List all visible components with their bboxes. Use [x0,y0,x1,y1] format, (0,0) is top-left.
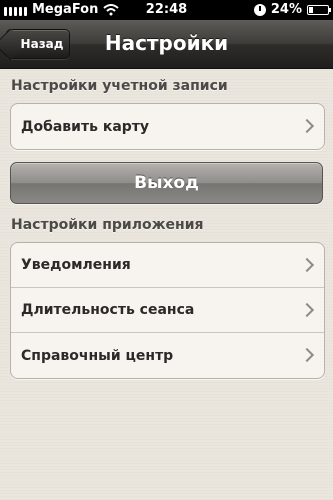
chevron-right-icon [299,118,315,134]
account-settings-group: Добавить карту [10,103,325,150]
status-right: 24% [253,2,331,17]
battery-level [309,6,313,13]
add-card-label: Добавить карту [21,118,150,135]
navigation-bar: Назад Настройки [0,20,333,69]
chevron-right-icon [299,347,315,363]
status-bar: MegaFon 22:48 24% [0,0,333,20]
account-section-header: Настройки учетной записи [11,78,228,94]
help-center-label: Справочный центр [21,347,174,364]
notifications-row[interactable]: Уведомления [11,243,324,288]
back-button-label: Назад [20,37,64,51]
battery-icon [307,4,331,15]
app-settings-group: Уведомления Длительность сеанса Справочн… [10,242,325,379]
session-duration-label: Длительность сеанса [21,302,195,318]
add-card-row[interactable]: Добавить карту [11,104,324,149]
logout-button[interactable]: Выход [10,162,323,204]
orientation-lock-icon [253,3,266,16]
battery-percent: 24% [270,2,302,17]
help-center-row[interactable]: Справочный центр [11,333,324,378]
session-duration-row[interactable]: Длительность сеанса [11,288,324,333]
app-section-header: Настройки приложения [11,217,204,233]
chevron-right-icon [299,257,315,273]
notifications-label: Уведомления [21,257,131,273]
chevron-right-icon [299,302,315,318]
